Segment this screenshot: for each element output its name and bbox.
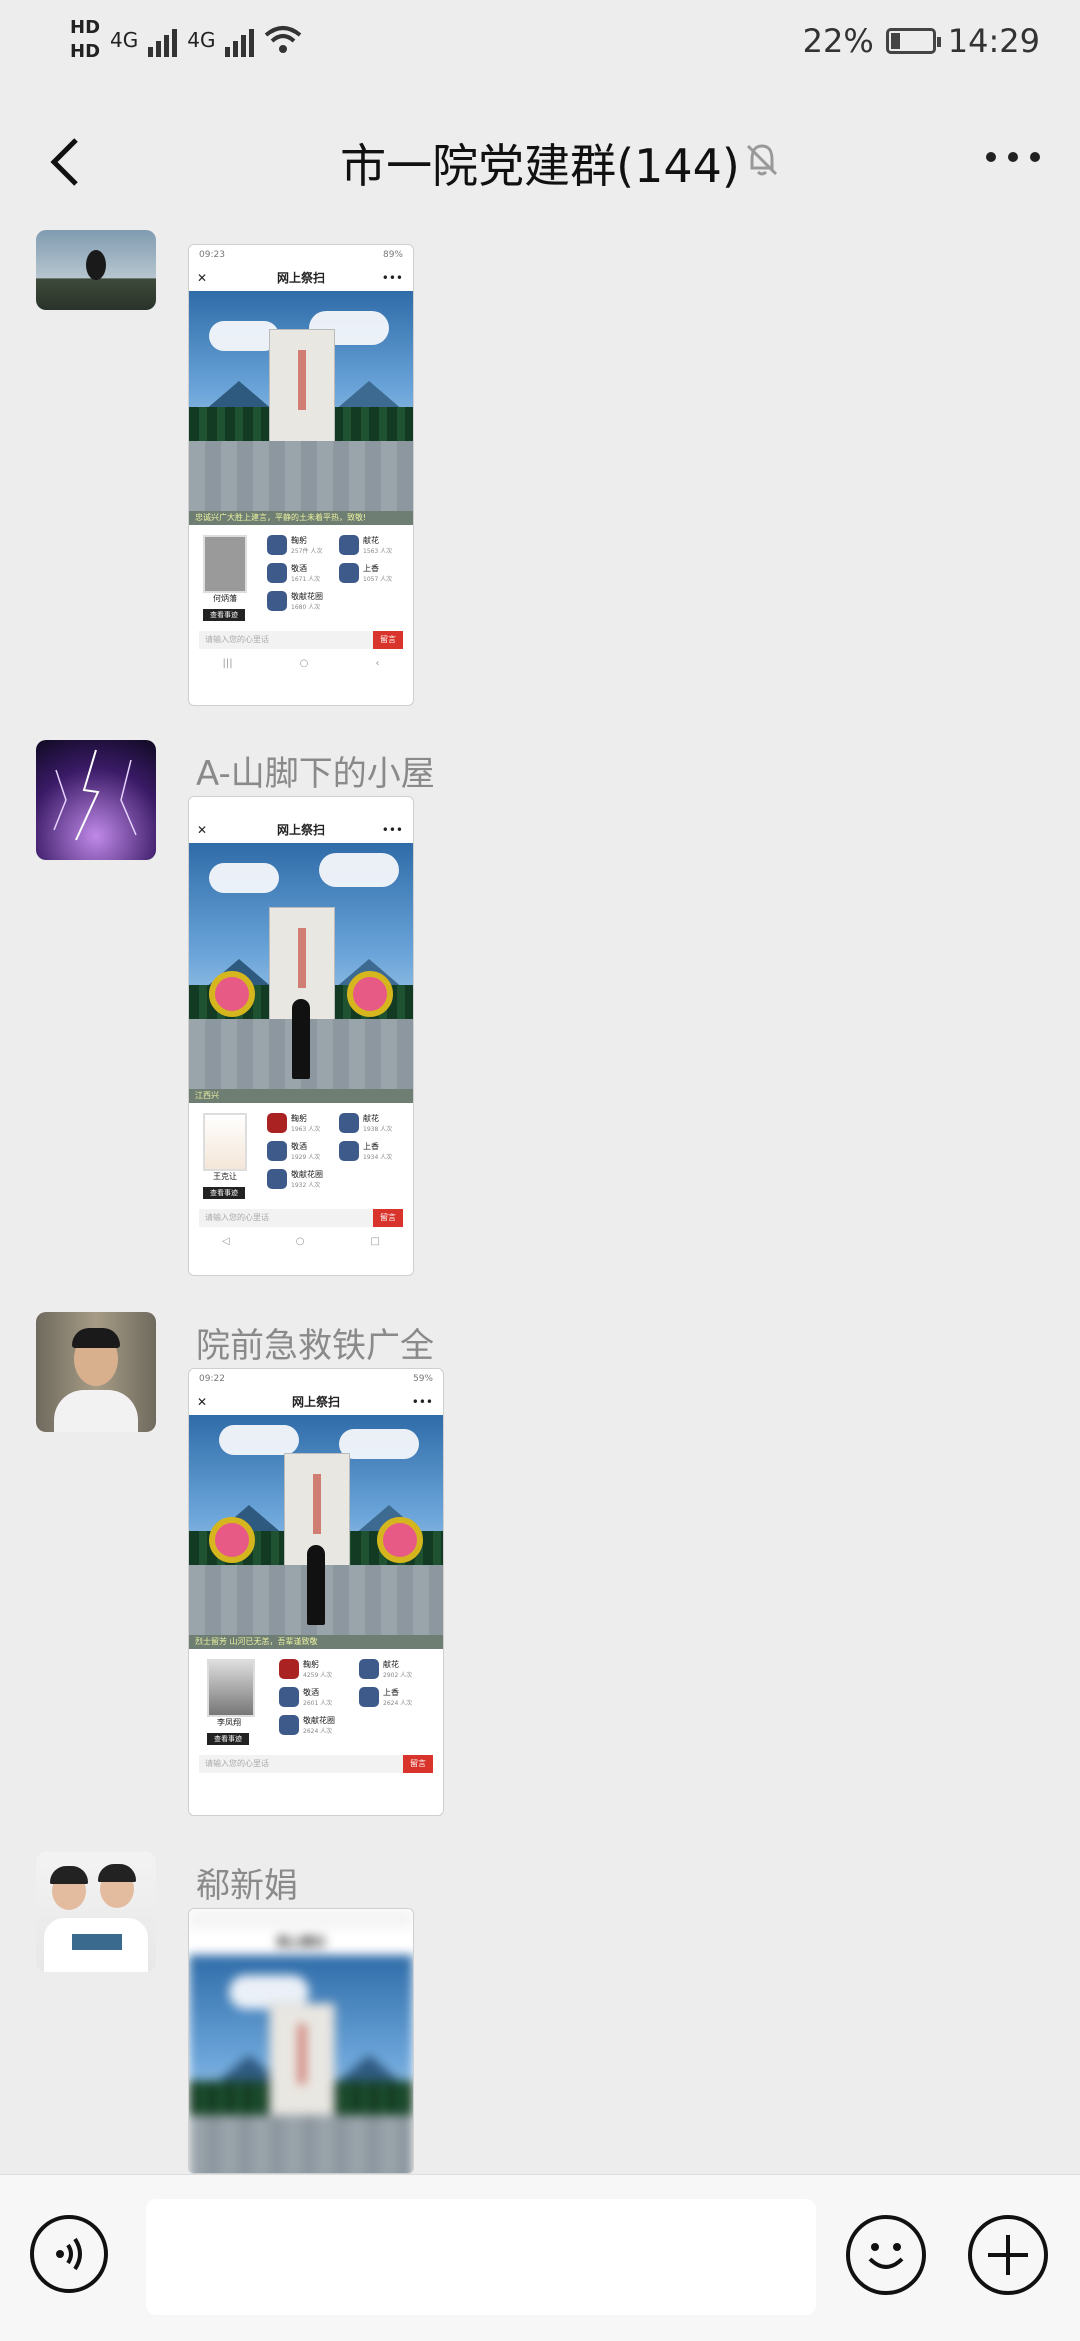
shot-input: 请输入您的心里话 留言 xyxy=(199,1755,433,1773)
mute-bell-icon xyxy=(746,144,778,176)
shot-panel: 王克让 查看事迹 鞠躬 1963 人次 献花 1938 人次 敬酒 1929 人次 上… xyxy=(189,1103,413,1233)
shot-input: 请输入您的心里话 留言 xyxy=(199,631,403,649)
chat-title: 市一院党建群(144) xyxy=(340,139,740,193)
wifi-icon xyxy=(265,26,302,53)
record-button: 查看事迹 xyxy=(207,1733,249,1745)
image-message-3[interactable]: 09:22 59% ✕ 网上祭扫 ••• 烈士留芳 山河已无恙，吾辈谨致敬 李凤翔 查… xyxy=(188,1368,444,1816)
shot-title: 网上祭扫 xyxy=(276,823,325,837)
clock: 14:29 xyxy=(947,22,1040,60)
shot-send-button: 留言 xyxy=(403,1755,433,1773)
shot-send-button: 留言 xyxy=(373,631,403,649)
shot-statusbar: 09:22 59% xyxy=(199,1374,433,1384)
action-incense: 上香 1057 人次 xyxy=(339,563,392,583)
shot-panel: 李凤翔 查看事迹 鞠躬 4259 人次 献花 2902 人次 敬酒 2601 人次 上… xyxy=(189,1649,443,1779)
avatar-man[interactable] xyxy=(36,1312,156,1432)
status-bar: HD HD 4G 4G 22% 14:29 xyxy=(0,0,1080,92)
signal-icon-2 xyxy=(225,23,255,57)
shot-navbar: ||| ○ ‹ xyxy=(222,657,380,669)
shot-header: ✕ 网上祭扫 ••• xyxy=(197,271,403,285)
avatar-lightning[interactable] xyxy=(36,740,156,860)
shot-time: 09:23 xyxy=(199,250,225,260)
blurred-preview: 网上祭扫 xyxy=(189,1909,413,2173)
memorial-scene xyxy=(189,843,413,1089)
portrait-name: 何炳藩 xyxy=(213,594,237,603)
shot-input: 请输入您的心里话 留言 xyxy=(199,1209,403,1227)
shot-ticker: 忠诚兴广大胜上建言，平静的土未着平热，致敬! xyxy=(189,511,413,525)
avatar-tree[interactable] xyxy=(36,230,156,310)
avatar-doctors[interactable] xyxy=(36,1852,156,1972)
portrait-name: 王克让 xyxy=(213,1172,237,1181)
sender-name: A-山脚下的小屋 xyxy=(196,754,435,794)
hd-indicator: HD HD xyxy=(70,16,100,64)
shot-header: ✕ 网上祭扫 ••• xyxy=(197,823,403,837)
more-options-icon[interactable] xyxy=(986,152,1040,162)
sender-name: 院前急救铁广全 xyxy=(196,1326,434,1366)
signal-icon xyxy=(148,23,178,57)
image-message-1[interactable]: 09:23 89% ✕ 网上祭扫 ••• 忠诚兴广大胜上建言，平静的土未着平热，致敬!… xyxy=(188,244,414,706)
hd1-label: HD xyxy=(70,17,101,38)
network-4g-label-1: 4G xyxy=(110,28,139,52)
battery-icon xyxy=(885,28,941,54)
battery-percent: 22% xyxy=(802,22,874,60)
chat-header: 市一院党建群(144) xyxy=(0,92,1080,230)
plus-icon[interactable] xyxy=(968,2215,1048,2295)
shot-navbar: ◁ ○ □ xyxy=(222,1235,380,1247)
image-message-4[interactable]: 网上祭扫 xyxy=(188,1908,414,2174)
network-4g-label-2: 4G xyxy=(187,28,216,52)
voice-input-icon[interactable] xyxy=(30,2215,108,2293)
chat-input-bar xyxy=(0,2174,1080,2341)
portrait xyxy=(203,535,247,593)
portrait-name: 李凤翔 xyxy=(217,1718,241,1727)
shot-statusbar xyxy=(189,797,413,817)
shot-title: 网上祭扫 xyxy=(291,1395,340,1409)
action-flower: 献花 1563 人次 xyxy=(339,535,392,555)
status-left: HD HD 4G 4G xyxy=(70,16,302,64)
shot-title: 网上祭扫 xyxy=(276,1935,325,1949)
hd2-label: HD xyxy=(70,41,101,62)
action-wreath: 敬献花圈 1680 人次 xyxy=(267,591,323,611)
shot-statusbar: 09:23 89% xyxy=(189,245,413,265)
status-right: 22% 14:29 xyxy=(803,22,1040,60)
portrait xyxy=(203,1113,247,1171)
shot-send-button: 留言 xyxy=(373,1209,403,1227)
portrait xyxy=(207,1659,255,1717)
action-bow: 鞠躬 257件 人次 xyxy=(267,535,322,555)
shot-panel: 何炳藩 查看事迹 鞠躬 257件 人次 献花 1563 人次 敬酒 1671 人次 上… xyxy=(189,525,413,655)
message-input[interactable] xyxy=(146,2199,816,2315)
shot-title: 网上祭扫 xyxy=(276,271,325,285)
action-wine: 敬酒 1671 人次 xyxy=(267,563,320,583)
emoji-icon[interactable] xyxy=(846,2215,926,2295)
memorial-scene xyxy=(189,1415,443,1635)
record-button: 查看事迹 xyxy=(203,609,245,621)
shot-battery: 89% xyxy=(382,250,403,260)
shot-header: ✕ 网上祭扫 ••• xyxy=(197,1395,433,1409)
sender-name: 郗新娟 xyxy=(196,1866,298,1906)
record-button: 查看事迹 xyxy=(203,1187,245,1199)
shot-ticker: 烈士留芳 山河已无恙，吾辈谨致敬 xyxy=(189,1635,443,1649)
image-message-2[interactable]: ✕ 网上祭扫 ••• 江西兴 王克让 查看事迹 鞠躬 1963 人次 献花 1938 人… xyxy=(188,796,414,1276)
memorial-scene xyxy=(189,291,413,511)
shot-ticker: 江西兴 xyxy=(189,1089,413,1103)
